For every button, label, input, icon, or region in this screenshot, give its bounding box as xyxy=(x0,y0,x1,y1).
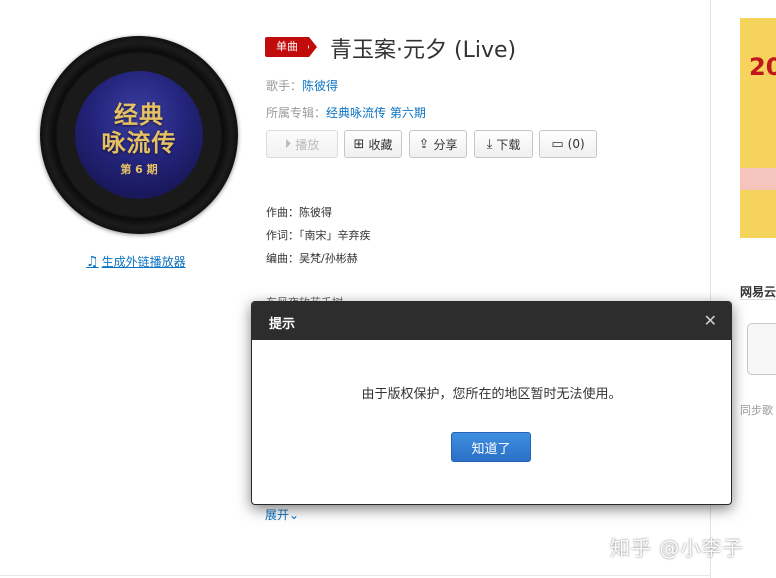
ad-text: 20 xyxy=(749,53,776,81)
content-bottom-border xyxy=(0,575,710,576)
singer-link[interactable]: 陈彼得 xyxy=(302,79,338,93)
chevron-down-icon: ⌄ xyxy=(289,508,300,522)
cover-artwork: 经典 咏流传 第 6 期 xyxy=(75,71,203,199)
dialog-header: 提示 ✕ xyxy=(252,302,731,340)
dialog-title: 提示 xyxy=(269,317,296,332)
song-title: 青玉案·元夕 (Live) xyxy=(330,38,517,63)
composer-text: 作曲：陈彼得 xyxy=(266,206,332,219)
single-tag: 单曲 xyxy=(265,37,317,57)
play-icon: ⏵ xyxy=(284,136,292,152)
share-icon: ⇪ xyxy=(418,136,430,152)
sidebar-sync-text: 同步歌 xyxy=(740,404,773,417)
share-button[interactable]: ⇪ 分享 xyxy=(409,130,467,158)
cover-title-line1: 经典 xyxy=(114,100,164,129)
watermark: 知乎 @小李子 xyxy=(610,536,744,560)
comment-count: (0) xyxy=(567,137,585,151)
comment-icon: ▭ xyxy=(551,136,564,152)
single-tag-label: 单曲 xyxy=(276,40,298,53)
cover-title: 经典 咏流传 xyxy=(75,101,203,157)
lyricist-text: 作词：「南宋」辛弃疾 xyxy=(266,229,371,242)
apple-icon[interactable] xyxy=(747,323,776,375)
collect-button[interactable]: ⊞ 收藏 xyxy=(344,130,402,158)
download-label: 下载 xyxy=(496,137,521,152)
singer-label: 歌手： xyxy=(266,79,303,93)
album-link[interactable]: 经典咏流传 第六期 xyxy=(326,106,426,120)
sidebar-section-title: 网易云 xyxy=(740,285,776,299)
song-page: 经典 咏流传 第 6 期 ♫ 生成外链播放器 单曲 青玉案·元夕 (Live) … xyxy=(0,0,776,578)
cover-title-line2: 咏流传 xyxy=(101,128,177,157)
ad-decoration xyxy=(740,168,776,190)
play-button[interactable]: ⏵ 播放 xyxy=(266,130,338,158)
comment-button[interactable]: ▭ (0) xyxy=(539,130,597,158)
sidebar-divider xyxy=(740,299,776,300)
external-player-link[interactable]: ♫ 生成外链播放器 xyxy=(86,253,186,270)
music-note-icon: ♫ xyxy=(86,253,99,270)
close-icon[interactable]: ✕ xyxy=(704,311,717,330)
tag-dot-icon xyxy=(308,45,312,49)
album-label: 所属专辑： xyxy=(266,106,327,120)
play-label: 播放 xyxy=(295,137,320,152)
add-folder-icon: ⊞ xyxy=(353,136,365,152)
download-icon: ⤓ xyxy=(486,136,493,152)
arranger-text: 编曲：吴梵/孙彬赫 xyxy=(266,252,358,265)
album-row: 所属专辑：经典咏流传 第六期 xyxy=(266,104,426,121)
album-cover: 经典 咏流传 第 6 期 xyxy=(40,36,238,234)
cover-episode: 第 6 期 xyxy=(120,163,158,176)
share-label: 分享 xyxy=(433,137,458,152)
dialog-message: 由于版权保护，您所在的地区暂时无法使用。 xyxy=(361,387,622,402)
ok-button[interactable]: 知道了 xyxy=(451,432,531,462)
singer-row: 歌手：陈彼得 xyxy=(266,77,338,94)
external-player-label: 生成外链播放器 xyxy=(101,255,186,269)
sidebar-ad-banner[interactable]: 20 xyxy=(740,18,776,238)
expand-label: 展开 xyxy=(265,508,290,522)
copyright-dialog: 提示 ✕ 由于版权保护，您所在的地区暂时无法使用。 知道了 xyxy=(251,301,732,505)
expand-lyrics-link[interactable]: 展开⌄ xyxy=(265,506,299,523)
collect-label: 收藏 xyxy=(368,137,393,152)
download-button[interactable]: ⤓ 下载 xyxy=(474,130,533,158)
